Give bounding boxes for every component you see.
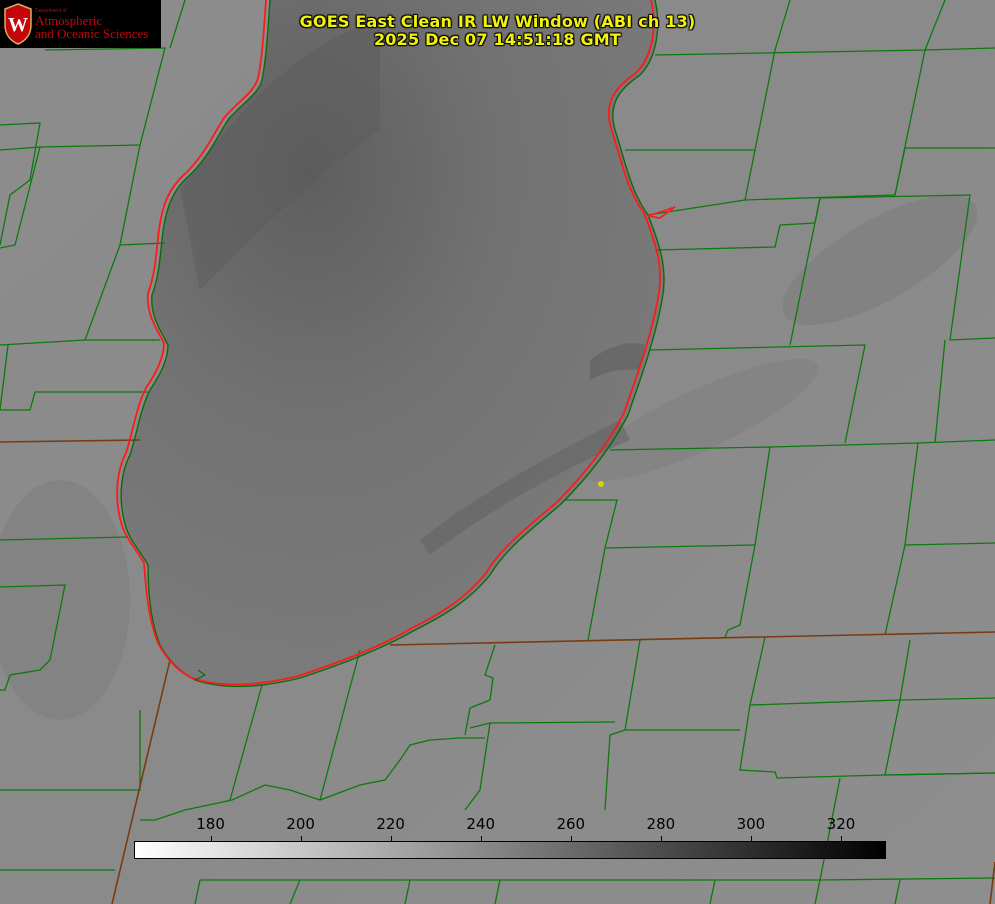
colorbar-tick-mark	[391, 836, 392, 841]
colorbar-tick-mark	[211, 836, 212, 841]
colorbar-tick-label: 320	[826, 815, 856, 833]
colorbar-tick-mark	[841, 836, 842, 841]
colorbar-tick-label: 200	[286, 815, 315, 833]
colorbar-tick-label: 260	[556, 815, 586, 833]
aos-logo: W Department of Atmospheric and Oceanic …	[0, 0, 161, 48]
svg-text:W: W	[8, 14, 28, 36]
colorbar-tick-mark	[481, 836, 482, 841]
temperature-colorbar	[134, 841, 886, 859]
location-dot-icon	[598, 481, 604, 487]
colorbar-tick-mark	[571, 836, 572, 841]
colorbar-tick-mark	[301, 836, 302, 841]
logo-line-2: and Oceanic Sciences	[35, 26, 149, 41]
uw-shield-icon: W	[4, 3, 32, 45]
colorbar-tick-label: 300	[736, 815, 766, 833]
colorbar-tick-label: 280	[646, 815, 676, 833]
satellite-map	[0, 0, 995, 904]
satellite-image-viewer: GOES East Clean IR LW Window (ABI ch 13)…	[0, 0, 995, 904]
colorbar-tick-label: 180	[196, 815, 225, 833]
colorbar-tick-label: 240	[466, 815, 496, 833]
colorbar-tick-label: 220	[376, 815, 405, 833]
colorbar-tick-mark	[751, 836, 752, 841]
colorbar-tick-mark	[661, 836, 662, 841]
